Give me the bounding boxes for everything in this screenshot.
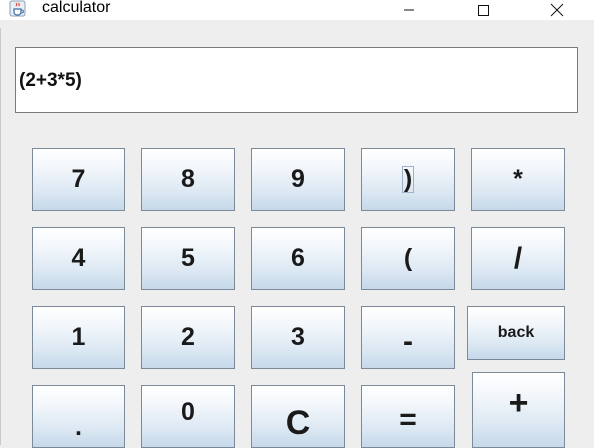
key-4-label: 4 [71,244,86,272]
key-8-label: 8 [181,165,195,193]
key-1-label: 1 [71,323,86,351]
expression-display[interactable]: (2+3*5) [15,47,578,113]
key-2-label: 2 [181,323,195,351]
key-multiply[interactable]: * [471,148,565,211]
key-2[interactable]: 2 [141,306,235,369]
key-8[interactable]: 8 [141,148,235,211]
minimize-button[interactable] [386,0,432,20]
expression-text: (2+3*5) [19,70,82,91]
maximize-icon [478,5,489,16]
key-close-paren[interactable]: ) [361,148,455,211]
key-open-paren-label: ( [403,244,413,272]
key-equals[interactable]: = [361,385,455,448]
key-clear-label: C [285,403,311,442]
close-button[interactable] [534,0,580,20]
key-9[interactable]: 9 [251,148,345,211]
key-0-label: 0 [181,398,195,426]
key-multiply-label: * [513,165,523,193]
key-back-label: back [497,324,535,341]
key-minus[interactable]: - [361,306,455,369]
key-equals-label: = [399,402,417,436]
key-divide[interactable]: / [471,227,565,290]
key-back[interactable]: back [467,306,565,360]
key-dot[interactable]: . [32,385,125,448]
key-3-label: 3 [291,323,305,351]
java-cup-icon [8,0,28,17]
maximize-button[interactable] [460,0,506,20]
key-3[interactable]: 3 [251,306,345,369]
key-6[interactable]: 6 [251,227,345,290]
key-1[interactable]: 1 [32,306,125,369]
minimize-icon [404,9,414,11]
key-minus-label: - [403,324,413,358]
key-7[interactable]: 7 [32,148,125,211]
key-5[interactable]: 5 [141,227,235,290]
key-7-label: 7 [71,165,86,193]
key-5-label: 5 [181,244,195,272]
key-0[interactable]: 0 [141,385,235,448]
key-clear[interactable]: C [251,385,345,448]
key-divide-label: / [513,241,523,275]
key-dot-label: . [75,413,82,441]
window-title: calculator [42,0,111,16]
window-left-edge [0,28,1,445]
key-open-paren[interactable]: ( [361,227,455,290]
close-icon [550,3,564,17]
key-6-label: 6 [291,244,305,272]
key-plus-label: + [508,384,529,422]
key-plus[interactable]: + [472,372,565,448]
title-bar[interactable]: calculator [0,0,594,20]
key-9-label: 9 [291,165,305,193]
key-close-paren-label: ) [401,165,415,193]
key-4[interactable]: 4 [32,227,125,290]
